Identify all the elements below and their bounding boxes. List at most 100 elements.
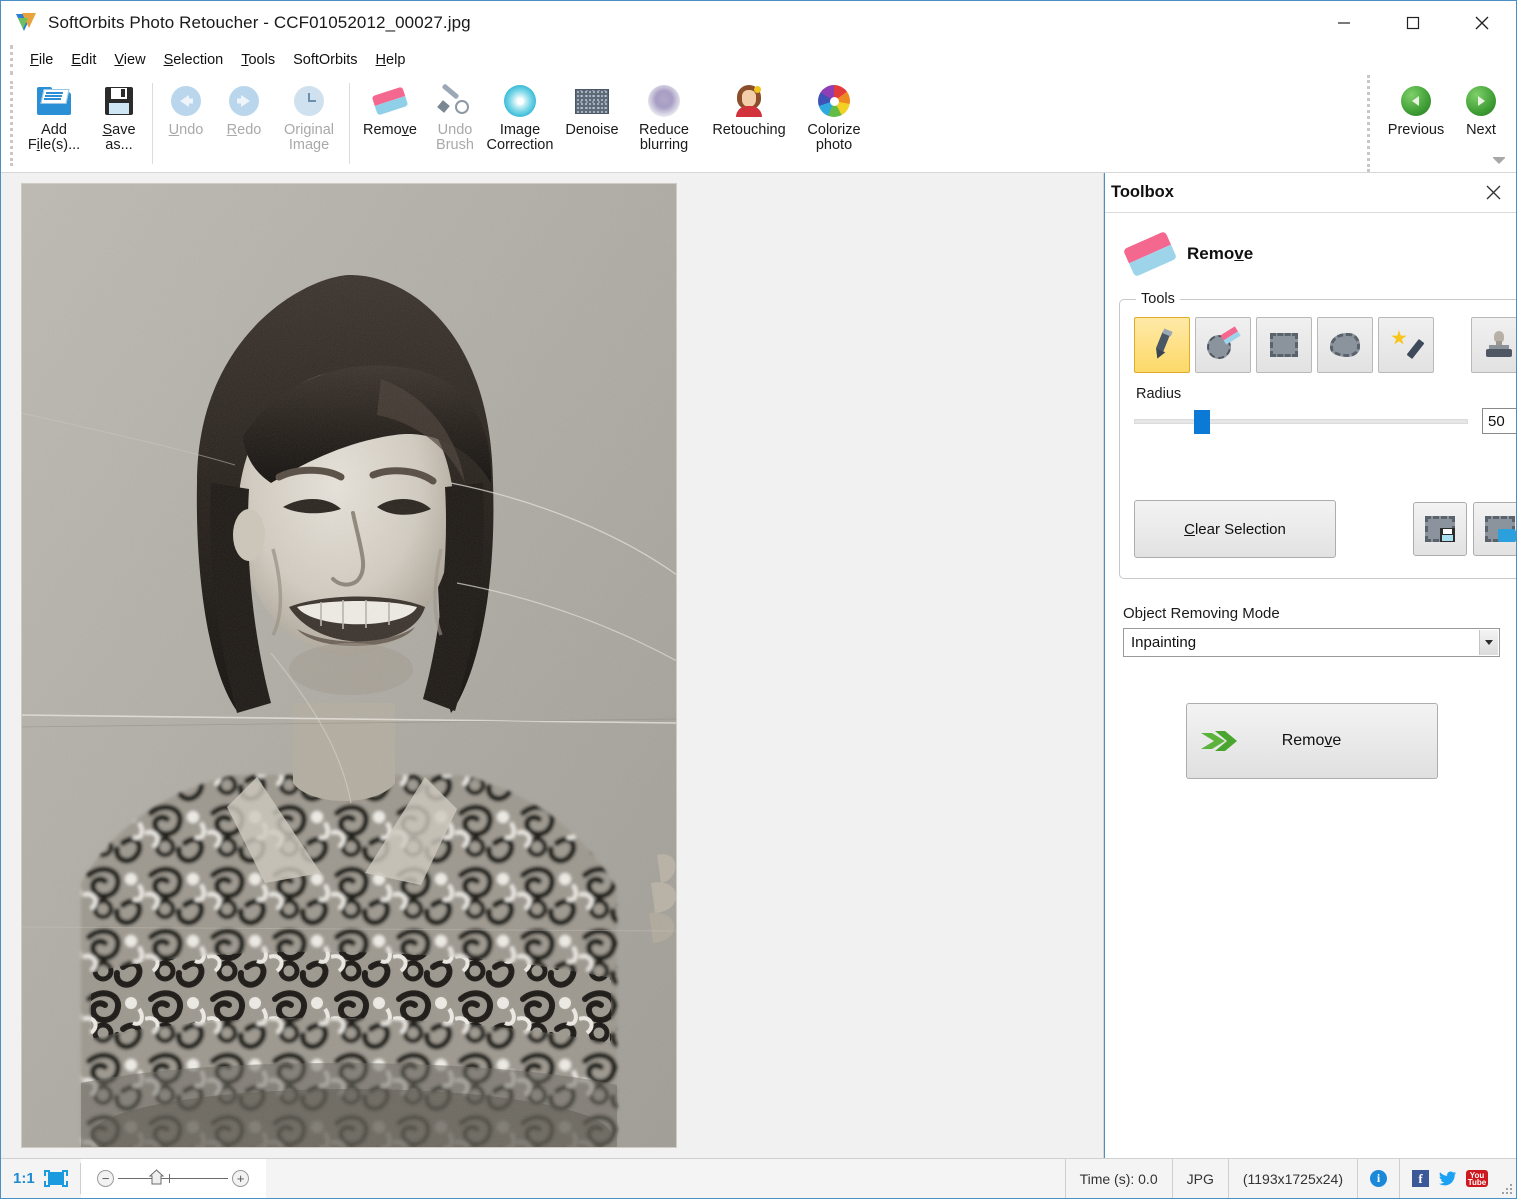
ribbon-grip[interactable] (10, 81, 14, 166)
facebook-icon[interactable]: f (1412, 1170, 1429, 1187)
ribbon-add-files-button[interactable]: Add File(s)... (18, 75, 90, 172)
close-button[interactable] (1447, 1, 1516, 45)
toolbox-title: Toolbox (1111, 183, 1174, 202)
zoom-ratio-group: 1:1 (1, 1159, 80, 1198)
ribbon-undo-brush-line1: Undo (438, 122, 473, 138)
load-selection-icon (1485, 516, 1515, 542)
ribbon-remove-button[interactable]: Remove (354, 75, 426, 172)
zoom-out-icon[interactable]: − (97, 1170, 114, 1187)
twitter-icon[interactable] (1438, 1171, 1457, 1187)
zoom-in-icon[interactable]: + (232, 1170, 249, 1187)
ribbon-original-image-button[interactable]: Original Image (273, 75, 345, 172)
image-canvas[interactable] (1, 173, 1104, 1158)
noise-grid-icon (575, 82, 609, 120)
zoom-slider[interactable]: − + (81, 1159, 266, 1198)
radius-slider[interactable] (1134, 409, 1468, 433)
status-bar: 1:1 − + Time (s): 0.0 JPG (1193x1725x24)… (1, 1158, 1516, 1198)
ribbon-undo-brush-button[interactable]: Undo Brush (426, 75, 484, 172)
chevron-down-icon[interactable] (1479, 630, 1498, 655)
menu-help[interactable]: Help (367, 49, 415, 71)
selection-actions: Clear Selection (1134, 500, 1516, 558)
ribbon-undo-label: Undo (169, 122, 204, 138)
object-removing-mode-select[interactable]: Inpainting (1123, 628, 1500, 657)
ribbon-save-as-button[interactable]: Save as... (90, 75, 148, 172)
ribbon-reduce-blurring-button[interactable]: Reduce blurring (628, 75, 700, 172)
remove-section-title: Remove (1187, 244, 1253, 264)
ribbon-expand-chevron-icon[interactable] (1492, 156, 1506, 168)
previous-image-button[interactable]: Previous (1380, 75, 1452, 138)
minimize-button[interactable] (1309, 1, 1378, 45)
toolbox-body: Remove Tools (1105, 213, 1516, 1158)
tool-button-row (1134, 317, 1516, 373)
ribbon-reduce-blurring-line1: Reduce (639, 122, 689, 138)
menu-file[interactable]: File (21, 49, 62, 71)
save-selection-button[interactable] (1413, 502, 1467, 556)
ribbon-colorize-photo-button[interactable]: Colorize photo (798, 75, 870, 172)
eraser-icon (1123, 231, 1177, 277)
load-selection-button[interactable] (1473, 502, 1516, 556)
maximize-button[interactable] (1378, 1, 1447, 45)
radius-slider-thumb[interactable] (1194, 410, 1210, 434)
ribbon-image-correction-line2: Correction (487, 137, 554, 153)
info-icon[interactable]: i (1370, 1170, 1387, 1187)
photo-svg (21, 183, 677, 1148)
stamp-tool-button[interactable] (1471, 317, 1516, 373)
close-icon[interactable] (1482, 182, 1504, 204)
green-double-arrow-icon (1201, 728, 1237, 754)
menu-view[interactable]: View (105, 49, 154, 71)
zoom-home-icon[interactable] (149, 1169, 164, 1185)
ribbon-retouching-label: Retouching (712, 122, 785, 138)
ribbon-remove-label: Remove (363, 122, 417, 138)
zoom-slider-track[interactable] (118, 1178, 228, 1179)
previous-label: Previous (1388, 122, 1444, 138)
magic-wand-tool-button[interactable] (1378, 317, 1434, 373)
next-label: Next (1466, 122, 1496, 138)
selection-io-group (1413, 502, 1516, 556)
ribbon-image-correction-button[interactable]: Image Correction (484, 75, 556, 172)
pencil-icon (1148, 330, 1176, 360)
resize-grip[interactable] (1500, 1159, 1516, 1198)
menu-softorbits[interactable]: SoftOrbits (284, 49, 366, 71)
menu-selection-rest: election (173, 52, 223, 68)
menu-tools-rest: ools (248, 52, 275, 68)
ribbon-redo-button[interactable]: Redo (215, 75, 273, 172)
softorbits-logo-icon (15, 12, 37, 34)
radius-control: 50 (1134, 408, 1516, 434)
radius-slider-track (1134, 419, 1468, 424)
youtube-icon[interactable]: YouTube (1466, 1170, 1488, 1187)
ribbon-denoise-button[interactable]: Denoise (556, 75, 628, 172)
menu-tools[interactable]: Tools (232, 49, 284, 71)
ribbon-undo-button[interactable]: Undo (157, 75, 215, 172)
radius-input[interactable]: 50 (1482, 408, 1516, 434)
ribbon-retouching-button[interactable]: Retouching (700, 75, 798, 172)
floppy-disk-icon (105, 82, 133, 120)
ribbon-denoise-label: Denoise (565, 122, 618, 138)
next-image-button[interactable]: Next (1452, 75, 1510, 138)
remove-action-button[interactable]: Remove (1186, 703, 1438, 779)
lasso-icon (1330, 333, 1360, 357)
rectangle-select-icon (1270, 333, 1298, 357)
menu-selection[interactable]: Selection (155, 49, 233, 71)
ribbon-navigation-group: Previous Next (1367, 75, 1510, 172)
right-arrow-icon (229, 82, 259, 120)
clock-history-icon (294, 82, 324, 120)
clear-selection-button[interactable]: Clear Selection (1134, 500, 1336, 558)
photo-image[interactable] (21, 183, 677, 1148)
zoom-ratio-label[interactable]: 1:1 (13, 1170, 35, 1187)
ribbon-colorize-photo-line2: photo (816, 137, 852, 153)
starburst-icon (504, 82, 536, 120)
radius-label: Radius (1136, 386, 1516, 402)
eraser-tool-button[interactable] (1195, 317, 1251, 373)
ribbon-add-files-line2: File(s)... (28, 137, 80, 153)
lasso-tool-button[interactable] (1317, 317, 1373, 373)
rect-select-tool-button[interactable] (1256, 317, 1312, 373)
menu-edit[interactable]: Edit (62, 49, 105, 71)
left-arrow-icon (171, 82, 201, 120)
zoom-slider-tick (169, 1174, 170, 1183)
toolbox-panel: Toolbox Remove Tools (1104, 173, 1516, 1158)
pencil-tool-button[interactable] (1134, 317, 1190, 373)
fit-to-screen-icon[interactable] (44, 1170, 68, 1187)
format-status: JPG (1172, 1159, 1228, 1198)
menu-view-rest: iew (124, 52, 146, 68)
ribbon-original-image-line1: Original (284, 122, 334, 138)
